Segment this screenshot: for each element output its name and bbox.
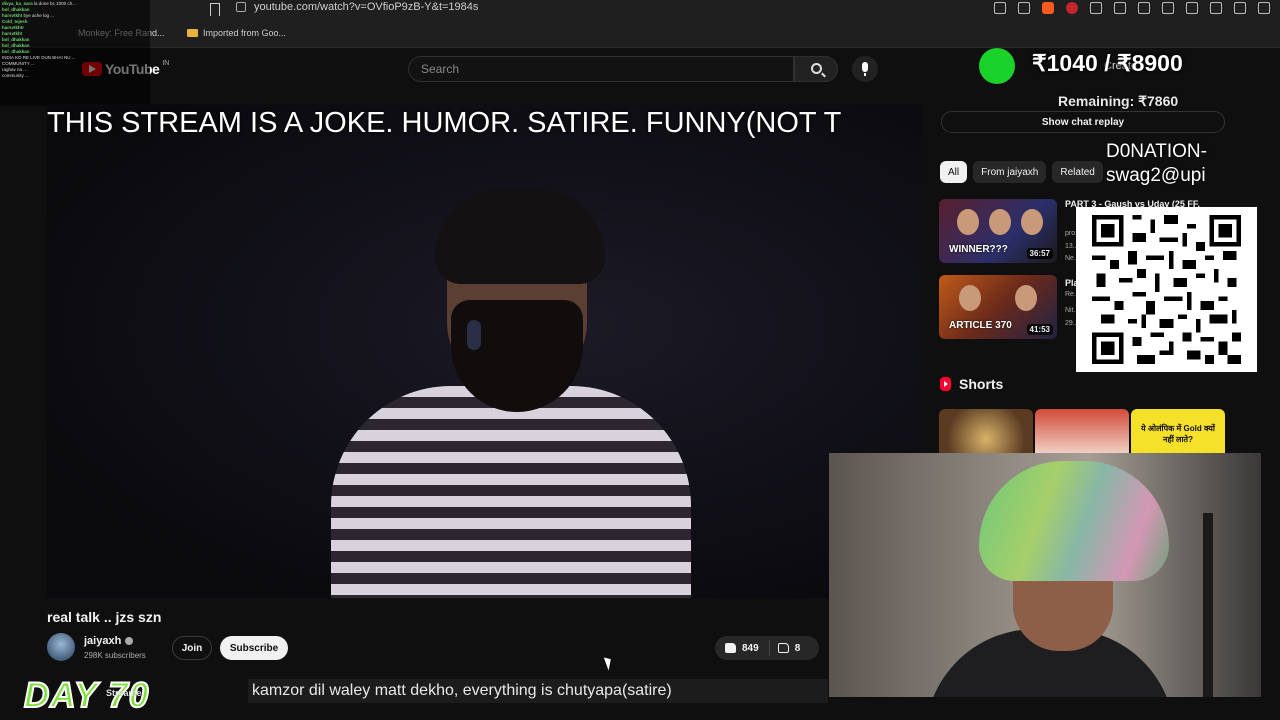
thumbnail-text: WINNER??? (949, 244, 1008, 255)
screenshot-icon[interactable] (1114, 2, 1126, 14)
streamer-hair (435, 188, 605, 284)
webcam-hair (979, 461, 1169, 581)
chat-message: community ... (2, 73, 29, 78)
region-code: IN (162, 59, 170, 67)
video-duration: 41:53 (1026, 324, 1053, 335)
mouse-cursor-icon (603, 655, 615, 671)
like-count: 849 (742, 642, 759, 654)
browser-toolbar: youtube.com/watch?v=OVfioP9zB-Y&t=1984s (0, 0, 1280, 20)
voice-search-button[interactable] (852, 56, 878, 82)
headset-icon (467, 320, 481, 350)
bookmark-imported[interactable]: Imported from Goo... (187, 28, 286, 38)
stream-chat-overlay: divya_ka_sara la done bc 1000 ch... bol_… (0, 0, 150, 106)
verified-icon (125, 637, 134, 645)
sidebar-icon[interactable] (1162, 2, 1174, 14)
dislike-count: 8 (794, 642, 801, 654)
video-player[interactable] (47, 104, 921, 598)
shorts-heading: Shorts (940, 376, 1003, 392)
thumbnail-face (1021, 209, 1043, 235)
donation-remaining: Remaining: ₹7860 (1058, 93, 1179, 109)
filter-chips: All From jaiyaxh Related (940, 161, 1103, 183)
thumbnail-face (989, 209, 1011, 235)
thumbnail-face (1015, 285, 1037, 311)
chip-all[interactable]: All (940, 161, 968, 183)
search-button[interactable] (794, 56, 838, 82)
video-title: real talk .. jzs szn (47, 609, 162, 625)
video-duration: 36:57 (1026, 248, 1053, 259)
donation-label: D0NATION- (1106, 141, 1207, 162)
upi-id: swag2@upi (1106, 165, 1206, 186)
brave-shield-icon[interactable] (1042, 2, 1054, 14)
qr-code-icon (1092, 215, 1241, 364)
address-bar[interactable]: youtube.com/watch?v=OVfioP9zB-Y&t=1984s (236, 1, 478, 13)
upi-qr-code (1076, 207, 1257, 372)
streamer-shirt (331, 386, 691, 598)
channel-avatar[interactable] (47, 633, 75, 661)
brave-rewards-icon[interactable] (1066, 2, 1078, 14)
short-thumbnail[interactable]: ये ओलंपिक में Gold क्यों नहीं लाते? (1131, 409, 1225, 459)
wallet-icon[interactable] (1186, 2, 1198, 14)
search-input[interactable]: Search (408, 56, 794, 82)
subscriber-count: 298K subscribers (84, 651, 146, 660)
thumbs-up-icon (725, 643, 736, 653)
search-icon (811, 63, 822, 74)
donation-upi: D0NATION- swag2@upi (1106, 140, 1207, 188)
join-button[interactable]: Join (172, 636, 212, 660)
thumbs-down-icon (777, 643, 789, 653)
like-button[interactable]: 849 (715, 640, 770, 656)
leo-icon[interactable] (1210, 2, 1222, 14)
share-icon[interactable] (1018, 2, 1030, 14)
video-thumbnail[interactable]: WINNER??? 36:57 (939, 199, 1057, 263)
streamer-label: Streame (106, 688, 142, 698)
subscribe-button[interactable]: Subscribe (220, 636, 288, 660)
thumbnail-text: ARTICLE 370 (949, 320, 1012, 331)
folder-icon (187, 29, 198, 37)
shorts-icon (940, 377, 951, 391)
chip-from-channel[interactable]: From jaiyaxh (973, 161, 1047, 183)
extensions-icon[interactable] (1090, 2, 1102, 14)
mic-stand (1203, 513, 1213, 697)
donation-goal: ₹1040 / ₹8900 (1032, 50, 1183, 76)
shorts-label: Shorts (959, 376, 1004, 392)
thumbnail-face (959, 285, 981, 311)
video-thumbnail[interactable]: ARTICLE 370 41:53 (939, 275, 1057, 339)
bookmark-label: Imported from Goo... (203, 28, 287, 38)
screen: youtube.com/watch?v=OVfioP9zB-Y&t=1984s … (0, 0, 1280, 720)
menu-icon[interactable] (1258, 2, 1270, 14)
chip-related[interactable]: Related (1052, 161, 1103, 183)
site-info-icon[interactable] (236, 2, 246, 12)
streamer-webcam (829, 453, 1261, 697)
short-thumbnail[interactable] (1035, 409, 1129, 459)
vpn-icon[interactable] (1234, 2, 1246, 14)
dislike-button[interactable]: 8 (770, 643, 809, 654)
show-chat-replay-button[interactable]: Show chat replay (941, 111, 1225, 133)
channel-name: jaiyaxh (84, 635, 122, 647)
short-thumbnail[interactable] (939, 409, 1033, 459)
cast-icon[interactable] (994, 2, 1006, 14)
short-text: ये ओलंपिक में Gold क्यों नहीं लाते? (1141, 424, 1215, 444)
donation-status-dot (979, 48, 1015, 84)
scrolling-ticker: kamzor dil waley matt dekho, everything … (248, 679, 828, 703)
disclaimer-banner: THIS STREAM IS A JOKE. HUMOR. SATIRE. FU… (47, 107, 842, 139)
thumbnail-face (957, 209, 979, 235)
like-dislike-group: 849 8 (715, 636, 819, 660)
url-text: youtube.com/watch?v=OVfioP9zB-Y&t=1984s (254, 1, 479, 13)
bookmark-icon[interactable] (210, 3, 220, 16)
channel-name-link[interactable]: jaiyaxh (84, 635, 134, 647)
search-placeholder: Search (421, 62, 460, 76)
microphone-icon (862, 62, 868, 76)
bookmarks-bar: Monkey: Free Rand... Imported from Goo..… (0, 20, 1280, 48)
extensions-area (994, 2, 1270, 14)
music-icon[interactable] (1138, 2, 1150, 14)
